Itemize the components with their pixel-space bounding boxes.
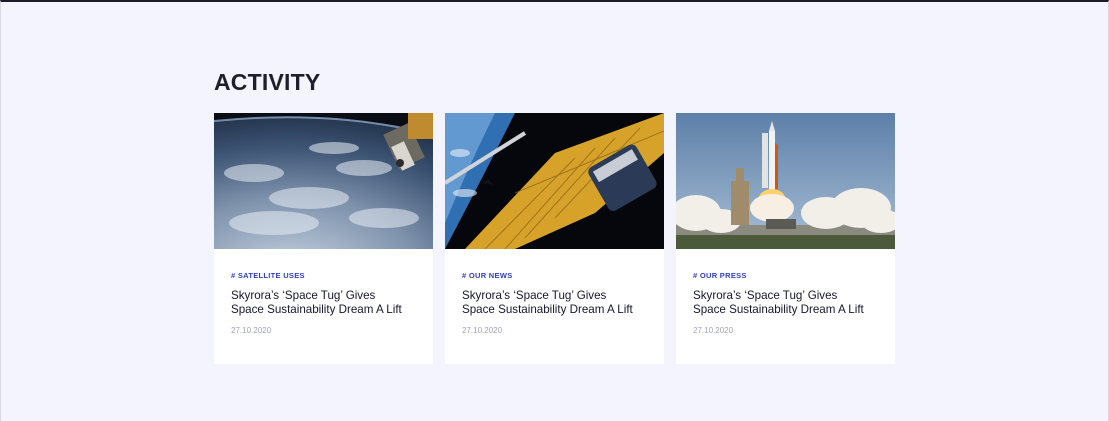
earth-from-orbit-image[interactable] — [214, 113, 433, 249]
activity-card[interactable]: # OUR NEWS Skyrora’s ‘Space Tug’ Gives S… — [445, 113, 664, 364]
card-tag[interactable]: # OUR NEWS — [462, 271, 647, 281]
activity-cards: # SATELLITE USES Skyrora’s ‘Space Tug’ G… — [214, 113, 895, 364]
space-station-solar-panel-image[interactable] — [445, 113, 664, 249]
card-headline[interactable]: Skyrora’s ‘Space Tug’ Gives Space Sustai… — [693, 289, 873, 317]
card-body: # OUR PRESS Skyrora’s ‘Space Tug’ Gives … — [676, 249, 895, 336]
card-tag[interactable]: # OUR PRESS — [693, 271, 878, 281]
card-date: 27.10.2020 — [231, 326, 272, 335]
activity-card[interactable]: # SATELLITE USES Skyrora’s ‘Space Tug’ G… — [214, 113, 433, 364]
card-date: 27.10.2020 — [693, 326, 734, 335]
rocket-launch-image[interactable] — [676, 113, 895, 249]
card-body: # SATELLITE USES Skyrora’s ‘Space Tug’ G… — [214, 249, 433, 336]
card-body: # OUR NEWS Skyrora’s ‘Space Tug’ Gives S… — [445, 249, 664, 336]
activity-card[interactable]: # OUR PRESS Skyrora’s ‘Space Tug’ Gives … — [676, 113, 895, 364]
card-headline[interactable]: Skyrora’s ‘Space Tug’ Gives Space Sustai… — [231, 289, 411, 317]
card-date: 27.10.2020 — [462, 326, 503, 335]
card-headline[interactable]: Skyrora’s ‘Space Tug’ Gives Space Sustai… — [462, 289, 642, 317]
activity-section: ACTIVITY # SATELLITE USES Skyrora’s ‘Spa… — [214, 68, 895, 364]
card-tag[interactable]: # SATELLITE USES — [231, 271, 416, 281]
section-title: ACTIVITY — [214, 69, 321, 95]
